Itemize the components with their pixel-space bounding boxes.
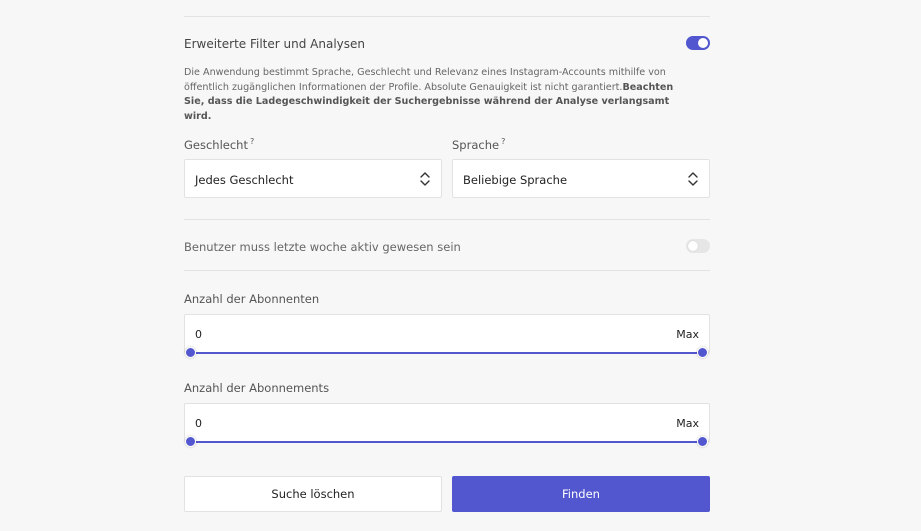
following-max-handle[interactable] [697, 436, 708, 447]
gender-help-icon[interactable]: ? [250, 137, 254, 146]
following-min-value: 0 [195, 417, 202, 430]
followers-range-box: 0 Max [184, 314, 710, 353]
toggle-knob [688, 241, 698, 251]
filter-panel: Erweiterte Filter und Analysen Die Anwen… [0, 0, 921, 531]
clear-search-button[interactable]: Suche löschen [184, 476, 442, 512]
followers-max-value: Max [676, 328, 699, 341]
following-label: Anzahl der Abonnements [184, 381, 330, 395]
language-select-value: Beliebige Sprache [463, 173, 568, 187]
advanced-filter-description: Die Anwendung bestimmt Sprache, Geschlec… [184, 66, 684, 124]
toggle-knob [698, 38, 708, 48]
followers-min-value: 0 [195, 328, 202, 341]
followers-label: Anzahl der Abonnenten [184, 292, 320, 306]
active-user-label: Benutzer muss letzte woche aktiv gewesen… [184, 240, 461, 254]
chevron-up-down-icon [420, 172, 430, 186]
chevron-up-down-icon [688, 172, 698, 186]
gender-select[interactable]: Jedes Geschlecht [184, 159, 442, 198]
find-button[interactable]: Finden [452, 476, 710, 512]
section-divider [184, 270, 710, 271]
gender-select-value: Jedes Geschlecht [195, 173, 294, 187]
advanced-filter-label: Erweiterte Filter und Analysen [184, 37, 365, 51]
followers-slider-track[interactable] [190, 352, 704, 354]
followers-max-handle[interactable] [697, 347, 708, 358]
top-divider [184, 16, 710, 17]
active-user-toggle[interactable] [686, 239, 710, 253]
following-range-box: 0 Max [184, 403, 710, 442]
followers-min-handle[interactable] [185, 347, 196, 358]
language-help-icon[interactable]: ? [501, 137, 505, 146]
following-max-value: Max [676, 417, 699, 430]
language-label: Sprache? [452, 137, 505, 152]
section-divider [184, 219, 710, 220]
following-slider-track[interactable] [190, 441, 704, 443]
following-min-handle[interactable] [185, 436, 196, 447]
language-label-text: Sprache [452, 137, 500, 152]
description-text: Die Anwendung bestimmt Sprache, Geschlec… [184, 67, 666, 93]
gender-label-text: Geschlecht [184, 137, 248, 152]
language-select[interactable]: Beliebige Sprache [452, 159, 710, 198]
advanced-filter-toggle[interactable] [686, 36, 710, 50]
gender-label: Geschlecht? [184, 137, 254, 152]
